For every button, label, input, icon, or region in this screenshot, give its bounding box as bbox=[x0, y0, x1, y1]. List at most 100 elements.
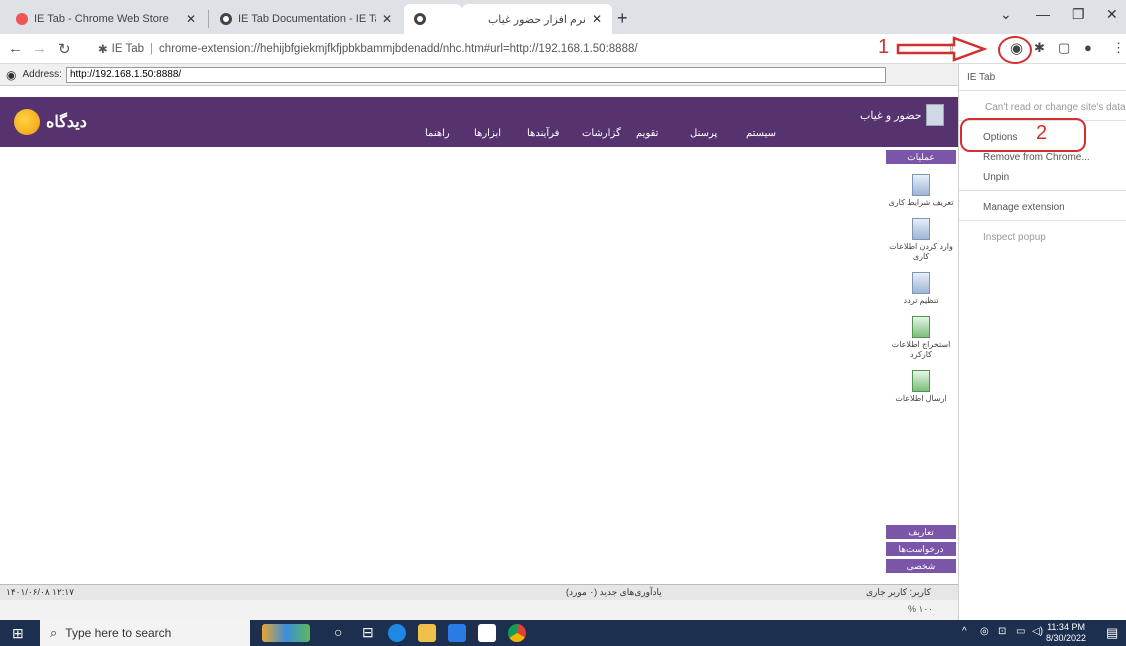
app-title-icon bbox=[925, 104, 944, 126]
panel-item[interactable]: ارسال اطلاعات bbox=[886, 370, 956, 404]
excel-send-icon bbox=[912, 370, 930, 392]
minimize-button[interactable]: — bbox=[1036, 6, 1050, 22]
menu-item-system[interactable]: سیستم bbox=[746, 128, 776, 139]
extensions-icon[interactable]: ✱ bbox=[1034, 40, 1045, 56]
menu-item-unpin[interactable]: Unpin bbox=[983, 172, 1009, 183]
store-icon[interactable] bbox=[448, 624, 466, 642]
import-data-icon bbox=[912, 218, 930, 240]
menu-item-calendar[interactable]: تقویم bbox=[636, 128, 658, 139]
app-header: دیدگاه bbox=[0, 97, 958, 147]
back-icon[interactable]: ← bbox=[8, 40, 23, 57]
tab-separator bbox=[208, 10, 209, 28]
tab-title: نرم افزار حضور غیاب bbox=[487, 13, 586, 26]
menu-item-personnel[interactable]: پرسنل bbox=[690, 128, 717, 139]
panel-item-label: استخراج اطلاعات کارکرد bbox=[891, 340, 951, 359]
notifications-icon[interactable]: ▤ bbox=[1106, 625, 1118, 641]
panel-item-label: وارد کردن اطلاعات کاری bbox=[889, 242, 953, 261]
annotation-oval bbox=[960, 118, 1086, 152]
menu-icon[interactable]: ⋮ bbox=[1112, 40, 1125, 56]
panel-section-requests[interactable]: درخواست‌ها bbox=[886, 542, 956, 556]
chevron-up-icon[interactable]: ^ bbox=[962, 626, 967, 637]
puzzle-icon: ✱ bbox=[98, 44, 108, 56]
tab-ie-tab-store[interactable]: IE Tab - Chrome Web Store ✕ bbox=[6, 4, 206, 34]
status-user: کاربر: کاربر جاری bbox=[866, 587, 931, 597]
panel-item[interactable]: تنظیم تردد bbox=[886, 272, 956, 306]
status-reminders[interactable]: یادآوری‌های جدید (۰ مورد) bbox=[566, 587, 662, 598]
address-bar[interactable]: ✱ IE Tab | chrome-extension://hehijbfgie… bbox=[98, 38, 978, 60]
ie-tab-icon: ◉ bbox=[6, 67, 17, 82]
menu-item-reports[interactable]: گزارشات bbox=[582, 128, 621, 139]
logo-text: دیدگاه bbox=[46, 114, 87, 131]
menu-item-extension-name: IE Tab bbox=[967, 72, 996, 83]
forward-icon[interactable]: → bbox=[32, 40, 47, 57]
search-icon: ⌕ bbox=[50, 625, 58, 640]
panel-item[interactable]: تعریف شرایط کاری bbox=[886, 174, 956, 208]
volume-icon[interactable]: ◁) bbox=[1032, 626, 1043, 637]
menu-item-remove[interactable]: Remove from Chrome... bbox=[983, 152, 1090, 163]
menu-item-site-access: Can't read or change site's data bbox=[985, 102, 1126, 113]
ie-tab-icon bbox=[220, 13, 232, 25]
ie-address-input[interactable] bbox=[65, 66, 886, 83]
chrome-icon[interactable] bbox=[508, 624, 526, 642]
menu-item-tools[interactable]: ابزارها bbox=[474, 128, 501, 139]
app-title: حضور و غیاب bbox=[860, 104, 944, 126]
close-icon[interactable]: ✕ bbox=[382, 12, 392, 26]
app-title-text: حضور و غیاب bbox=[860, 109, 922, 122]
tab-attendance[interactable]: نرم افزار حضور غیاب ✕ bbox=[462, 4, 612, 34]
panel-section-definitions[interactable]: تعاریف bbox=[886, 525, 956, 539]
tab-strip: IE Tab - Chrome Web Store ✕ IE Tab Docum… bbox=[0, 0, 1126, 34]
close-icon[interactable]: ✕ bbox=[186, 12, 196, 26]
panel-section-personal[interactable]: شخصی bbox=[886, 559, 956, 573]
taskbar-search[interactable]: ⌕ Type here to search bbox=[40, 620, 250, 646]
menu-item-help[interactable]: راهنما bbox=[425, 128, 450, 139]
panel-item-label: تنظیم تردد bbox=[903, 296, 939, 305]
panel-item-label: تعریف شرایط کاری bbox=[888, 198, 954, 207]
taskbar-clock[interactable]: 11:34 PM 8/30/2022 bbox=[1046, 622, 1086, 644]
divider bbox=[959, 220, 1126, 221]
panel-header: عملیات bbox=[886, 150, 956, 164]
clock-date: 8/30/2022 bbox=[1046, 633, 1087, 643]
zoom-level[interactable]: % ۱۰۰ bbox=[908, 604, 933, 615]
clock-time: 11:34 PM bbox=[1047, 622, 1085, 632]
language-icon[interactable]: ⊡ bbox=[998, 626, 1006, 637]
window-close-button[interactable]: ✕ bbox=[1106, 6, 1118, 23]
attendance-icon bbox=[912, 272, 930, 294]
mail-icon[interactable] bbox=[478, 624, 496, 642]
annotation-step-1: 1 bbox=[878, 36, 890, 58]
panel-item[interactable]: استخراج اطلاعات کارکرد bbox=[886, 316, 956, 360]
menu-item-manage-extension[interactable]: Manage extension bbox=[983, 202, 1065, 213]
close-icon[interactable]: ✕ bbox=[592, 12, 602, 26]
monitor-icon[interactable]: ▭ bbox=[1016, 626, 1025, 637]
address-label: Address: bbox=[22, 69, 62, 80]
tab-active-ie[interactable] bbox=[404, 4, 462, 34]
reload-icon[interactable]: ↻ bbox=[58, 40, 71, 58]
work-conditions-icon bbox=[912, 174, 930, 196]
divider: | bbox=[150, 43, 154, 55]
panel-item-label: ارسال اطلاعات bbox=[895, 394, 947, 403]
file-explorer-icon[interactable] bbox=[418, 624, 436, 642]
widgets-icon[interactable] bbox=[262, 624, 310, 642]
annotation-circle bbox=[998, 36, 1032, 64]
profile-icon[interactable]: ● bbox=[1084, 40, 1092, 55]
ie-address-bar: ◉ Address: bbox=[0, 64, 958, 86]
divider bbox=[959, 190, 1126, 191]
windows-start-icon[interactable]: ⊞ bbox=[12, 625, 24, 642]
edge-icon[interactable] bbox=[388, 624, 406, 642]
cortana-icon[interactable]: ○ bbox=[334, 624, 342, 640]
tab-search-icon[interactable]: ⌄ bbox=[1000, 6, 1012, 23]
maximize-button[interactable]: ❐ bbox=[1072, 6, 1085, 23]
excel-export-icon bbox=[912, 316, 930, 338]
network-icon[interactable]: ◎ bbox=[980, 626, 989, 637]
tab-title: IE Tab Documentation - IE Tab - I bbox=[238, 13, 376, 25]
side-panel-icon[interactable]: ▢ bbox=[1058, 40, 1070, 56]
task-view-icon[interactable]: ⊟ bbox=[362, 624, 374, 641]
tab-ie-tab-docs[interactable]: IE Tab Documentation - IE Tab - I ✕ bbox=[210, 4, 402, 34]
menu-item-inspect-popup[interactable]: Inspect popup bbox=[983, 232, 1046, 243]
status-datetime: ۱۴۰۱/۰۶/۰۸ ۱۲:۱۷ bbox=[6, 587, 75, 597]
menu-item-processes[interactable]: فرآیندها bbox=[527, 128, 559, 139]
new-tab-button[interactable]: + bbox=[617, 8, 628, 29]
annotation-step-2: 2 bbox=[1036, 122, 1048, 144]
panel-item[interactable]: وارد کردن اطلاعات کاری bbox=[886, 218, 956, 262]
app-status-bar: ۱۴۰۱/۰۶/۰۸ ۱۲:۱۷ یادآوری‌های جدید (۰ مور… bbox=[0, 584, 958, 600]
divider bbox=[959, 90, 1126, 91]
